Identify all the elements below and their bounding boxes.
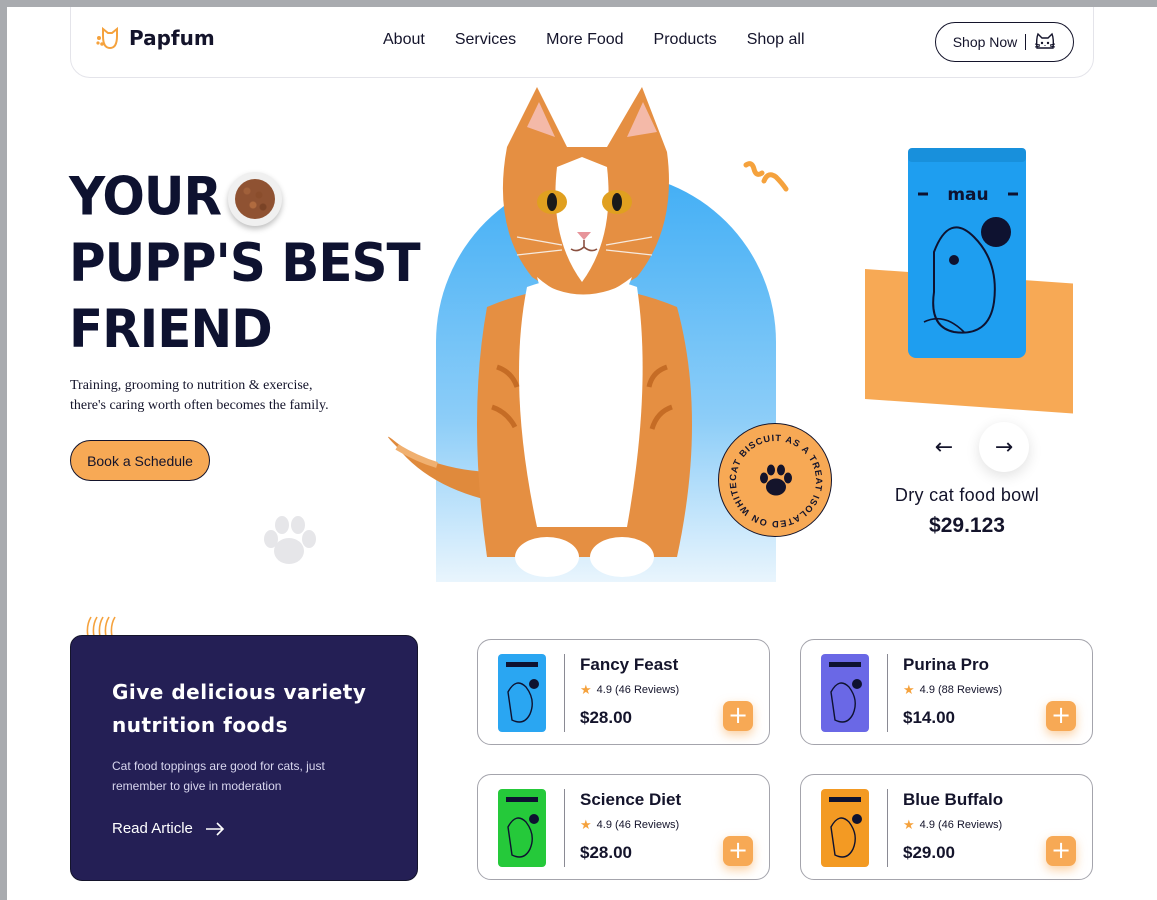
product-name: Purina Pro [903, 655, 989, 674]
cat-face-icon [1035, 32, 1056, 49]
add-to-cart-plus-icon[interactable]: + [1046, 836, 1076, 866]
star-icon: ★ [903, 682, 915, 697]
rating-text: 4.9 (46 Reviews) [596, 819, 680, 831]
star-icon: ★ [580, 682, 592, 697]
article-title-line-1: Give delicious variety [112, 680, 367, 704]
featured-product-price: $29.123 [929, 514, 1005, 537]
article-text: Cat food toppings are good for cats, jus… [112, 759, 325, 793]
add-to-cart-plus-icon[interactable]: + [723, 836, 753, 866]
card-divider [564, 654, 565, 732]
shop-now-button[interactable]: Shop Now [935, 22, 1074, 62]
product-name: Fancy Feast [580, 655, 679, 674]
rating-text: 4.9 (88 Reviews) [919, 684, 1003, 696]
product-pouch-image [498, 654, 546, 732]
next-arrow-icon[interactable]: → [979, 422, 1029, 472]
nav-link-about[interactable]: About [383, 31, 425, 49]
read-article-link[interactable]: Read Article [112, 820, 225, 837]
add-to-cart-plus-icon[interactable]: + [1046, 701, 1076, 731]
cat-photo [388, 87, 692, 577]
product-name: Blue Buffalo [903, 790, 1004, 809]
product-price: $14.00 [903, 708, 955, 727]
nav-link-services[interactable]: Services [455, 31, 516, 49]
article-title: Give delicious variety nutrition foods [112, 676, 392, 742]
prev-arrow-icon[interactable]: ← [919, 422, 969, 472]
star-icon: ★ [903, 817, 915, 832]
product-rating: ★ 4.9 (46 Reviews) [580, 682, 679, 698]
article-title-line-2: nutrition foods [112, 713, 289, 737]
product-pouch-image [821, 654, 869, 732]
cat-logo-icon [96, 26, 118, 50]
add-to-cart-plus-icon[interactable]: + [723, 701, 753, 731]
card-divider [887, 654, 888, 732]
book-schedule-button[interactable]: Book a Schedule [70, 440, 210, 481]
divider [1025, 34, 1027, 50]
rating-text: 4.9 (46 Reviews) [596, 684, 680, 696]
paw-print-icon [264, 516, 316, 564]
product-card-blue-buffalo[interactable]: Blue Buffalo ★ 4.9 (46 Reviews) $29.00 + [800, 774, 1093, 880]
product-rating: ★ 4.9 (46 Reviews) [580, 817, 679, 833]
hero-title-line-2: PUPP'S BEST [69, 232, 421, 294]
hero-subtitle-line-2: there's caring worth often becomes the f… [70, 398, 329, 413]
read-article-label: Read Article [112, 820, 193, 837]
nav-link-more-food[interactable]: More Food [546, 31, 623, 49]
product-card-fancy-feast[interactable]: Fancy Feast ★ 4.9 (46 Reviews) $28.00 + [477, 639, 770, 745]
featured-product-name: Dry cat food bowl [894, 485, 1040, 505]
featured-pouch-image: mau [908, 148, 1026, 358]
nav-link-shop-all[interactable]: Shop all [747, 31, 805, 49]
product-card-science-diet[interactable]: Science Diet ★ 4.9 (46 Reviews) $28.00 + [477, 774, 770, 880]
hero-subtitle-line-1: Training, grooming to nutrition & exerci… [70, 378, 313, 393]
hero-title-line-3: FRIEND [69, 298, 273, 360]
nav-links: About Services More Food Products Shop a… [383, 31, 835, 49]
carousel-controls: ← → [919, 422, 1029, 472]
treat-badge: CAT BISCUIT AS A TREAT ISOLATED ON WHITE [718, 423, 832, 537]
article-card[interactable]: Give delicious variety nutrition foods C… [70, 635, 418, 881]
product-name: Science Diet [580, 790, 682, 809]
star-icon: ★ [580, 817, 592, 832]
product-price: $28.00 [580, 843, 632, 862]
product-rating: ★ 4.9 (88 Reviews) [903, 682, 1002, 698]
page: Papfum About Services More Food Products… [7, 7, 1157, 900]
badge-ring-text: CAT BISCUIT AS A TREAT ISOLATED ON WHITE [728, 433, 823, 529]
card-divider [564, 789, 565, 867]
navbar: Papfum About Services More Food Products… [70, 7, 1094, 78]
arrow-right-icon [205, 821, 225, 836]
product-price: $28.00 [580, 708, 632, 727]
product-pouch-image [821, 789, 869, 867]
paw-badge-icon [760, 464, 792, 496]
logo-text: Papfum [129, 26, 215, 50]
rating-text: 4.9 (46 Reviews) [919, 819, 1003, 831]
logo[interactable]: Papfum [95, 24, 215, 52]
product-card-purina-pro[interactable]: Purina Pro ★ 4.9 (88 Reviews) $14.00 + [800, 639, 1093, 745]
food-bowl-icon [228, 172, 282, 226]
nav-link-products[interactable]: Products [654, 31, 717, 49]
squiggle-decoration [743, 161, 789, 192]
product-pouch-image [498, 789, 546, 867]
product-price: $29.00 [903, 843, 955, 862]
hero-subtitle: Training, grooming to nutrition & exerci… [70, 376, 370, 416]
product-rating: ★ 4.9 (46 Reviews) [903, 817, 1002, 833]
pouch-brand: mau [947, 185, 988, 205]
card-divider [887, 789, 888, 867]
shop-now-label: Shop Now [952, 34, 1018, 50]
